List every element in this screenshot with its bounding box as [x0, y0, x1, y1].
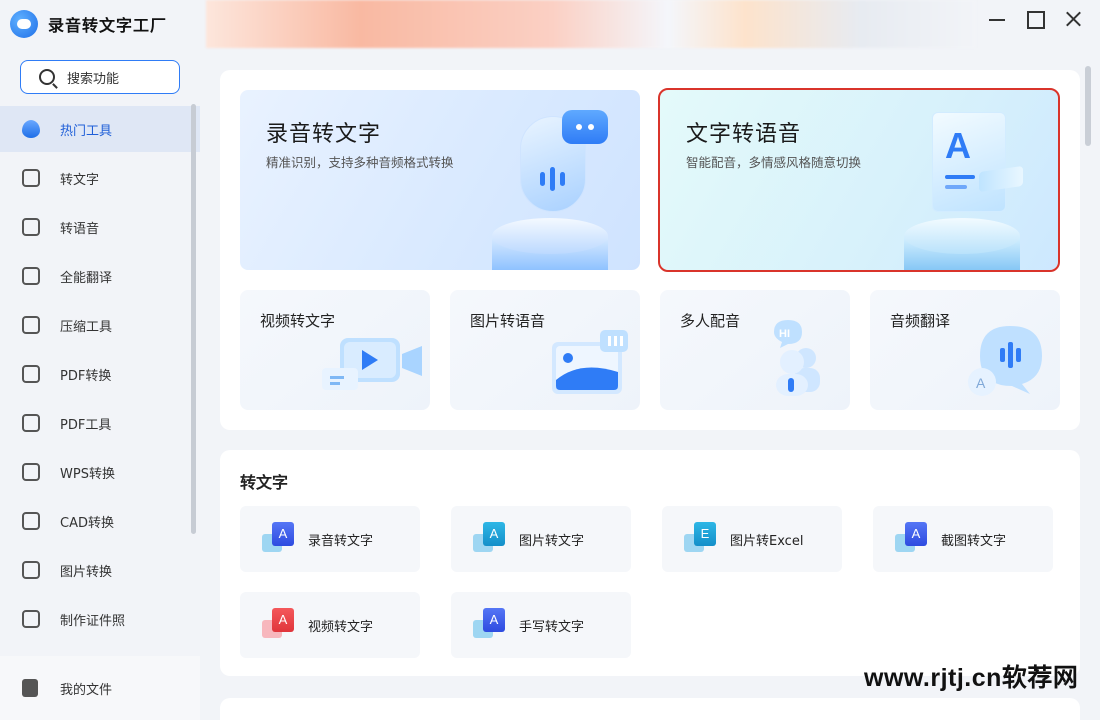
search-button[interactable]: 搜索功能 [20, 60, 180, 94]
tile-title: 音频翻译 [890, 312, 951, 330]
compress-icon [22, 316, 40, 334]
sidebar-scrollbar[interactable] [191, 104, 196, 534]
text-convert-icon [22, 169, 40, 187]
card-audio-to-text[interactable]: A 录音转文字 [240, 506, 420, 572]
sidebar-item-translate[interactable]: 全能翻译 [0, 253, 200, 299]
toolbox-icon [22, 414, 40, 432]
sidebar-item-label: 全能翻译 [60, 270, 113, 286]
card-image-to-excel[interactable]: E 图片转Excel [662, 506, 842, 572]
card-label: 录音转文字 [308, 533, 374, 549]
flame-icon [22, 120, 40, 138]
next-section-panel [220, 698, 1080, 720]
sidebar-item-label: 压缩工具 [60, 319, 113, 335]
sidebar-item-image-convert[interactable]: 图片转换 [0, 547, 200, 593]
sidebar-item-pdf-convert[interactable]: PDF转换 [0, 351, 200, 397]
cad-icon [22, 512, 40, 530]
card-label: 视频转文字 [308, 619, 374, 635]
app-logo-icon [10, 10, 38, 38]
card-label: 手写转文字 [519, 619, 585, 635]
hero-title: 文字转语音 [686, 122, 802, 147]
sidebar-item-label: 转文字 [60, 172, 100, 188]
sidebar-item-hot-tools[interactable]: 热门工具 [0, 106, 200, 152]
search-icon [39, 69, 55, 85]
ad-banner[interactable] [206, 0, 976, 48]
search-label: 搜索功能 [67, 71, 120, 87]
screenshot-text-icon: A [895, 522, 929, 556]
sidebar-item-label: 制作证件照 [60, 613, 126, 629]
maximize-icon[interactable] [1026, 10, 1045, 29]
voice-icon [22, 218, 40, 236]
sidebar-item-label: 热门工具 [60, 123, 113, 139]
video-text-icon: A [262, 608, 296, 642]
microphone-icon [512, 110, 608, 230]
translate-icon [22, 267, 40, 285]
card-video-to-text[interactable]: A 视频转文字 [240, 592, 420, 658]
tile-title: 图片转语音 [470, 312, 546, 330]
hero-audio-to-text[interactable]: 录音转文字 精准识别，支持多种音频格式转换 [240, 90, 640, 270]
image-icon [22, 561, 40, 579]
chat-bubble-icon [562, 110, 608, 144]
tile-title: 视频转文字 [260, 312, 336, 330]
tile-title: 多人配音 [680, 312, 741, 330]
window-controls [988, 10, 1082, 29]
card-label: 图片转文字 [519, 533, 585, 549]
video-play-icon [322, 338, 422, 390]
svg-text:HI: HI [779, 328, 790, 340]
close-icon[interactable] [1064, 10, 1082, 28]
file-icon [22, 679, 38, 697]
card-handwriting-to-text[interactable]: A 手写转文字 [451, 592, 631, 658]
card-label: 图片转Excel [730, 533, 804, 549]
to-text-panel: 转文字 A 录音转文字 A 图片转文字 E 图片转Excel A 截图转文字 A… [220, 450, 1080, 676]
sidebar-item-to-voice[interactable]: 转语音 [0, 204, 200, 250]
sidebar-item-label: CAD转换 [60, 515, 114, 531]
app-title: 录音转文字工厂 [48, 16, 168, 35]
sidebar-item-pdf-tools[interactable]: PDF工具 [0, 400, 200, 446]
image-text-icon: A [473, 522, 507, 556]
app-header: 录音转文字工厂 [10, 8, 167, 40]
hot-tools-panel: 录音转文字 精准识别，支持多种音频格式转换 文字转语音 智能配音，多情感风格随意… [220, 70, 1080, 430]
wps-icon [22, 463, 40, 481]
audio-text-icon: A [262, 522, 296, 556]
sidebar-item-to-text[interactable]: 转文字 [0, 155, 200, 201]
sidebar-item-label: 图片转换 [60, 564, 113, 580]
sidebar-item-label: 我的文件 [60, 682, 113, 698]
sidebar-item-label: PDF工具 [60, 417, 112, 433]
tile-multi-voice[interactable]: 多人配音 HI [660, 290, 850, 410]
card-label: 截图转文字 [941, 533, 1007, 549]
multi-voice-icon: HI [774, 320, 820, 396]
id-photo-icon [22, 610, 40, 628]
minimize-icon[interactable] [988, 10, 1006, 28]
sidebar-item-cad-convert[interactable]: CAD转换 [0, 498, 200, 544]
tile-video-to-text[interactable]: 视频转文字 [240, 290, 430, 410]
document-a-icon: A [932, 112, 1023, 212]
main-scrollbar[interactable] [1085, 66, 1091, 146]
tile-audio-translate[interactable]: 音频翻译 A [870, 290, 1060, 410]
sidebar-item-label: 转语音 [60, 221, 100, 237]
hero-subtitle: 智能配音，多情感风格随意切换 [686, 155, 862, 170]
hero-subtitle: 精准识别，支持多种音频格式转换 [266, 155, 454, 170]
handwriting-text-icon: A [473, 608, 507, 642]
sidebar-nav: 热门工具 转文字 转语音 全能翻译 压缩工具 PDF转换 PDF工具 WPS转换… [0, 106, 200, 645]
card-image-to-text[interactable]: A 图片转文字 [451, 506, 631, 572]
hero-text-to-speech[interactable]: 文字转语音 智能配音，多情感风格随意切换 A [658, 88, 1060, 272]
watermark: www.rjtj.cn软荐网 [864, 664, 1079, 692]
audio-translate-icon: A [968, 326, 1042, 396]
hero-title: 录音转文字 [266, 122, 382, 147]
image-excel-icon: E [684, 522, 718, 556]
sidebar: 录音转文字工厂 搜索功能 热门工具 转文字 转语音 全能翻译 压缩工具 PDF转… [0, 0, 200, 720]
sidebar-item-label: PDF转换 [60, 368, 112, 384]
sidebar-item-wps-convert[interactable]: WPS转换 [0, 449, 200, 495]
section-title: 转文字 [240, 473, 289, 492]
sidebar-item-compress[interactable]: 压缩工具 [0, 302, 200, 348]
image-audio-icon [552, 330, 628, 394]
tile-image-to-speech[interactable]: 图片转语音 [450, 290, 640, 410]
card-screenshot-to-text[interactable]: A 截图转文字 [873, 506, 1053, 572]
sidebar-item-id-photo[interactable]: 制作证件照 [0, 596, 200, 642]
svg-text:A: A [976, 375, 986, 391]
pdf-convert-icon [22, 365, 40, 383]
sidebar-item-my-files[interactable]: 我的文件 [0, 656, 200, 720]
sidebar-item-label: WPS转换 [60, 466, 115, 482]
pedestal-top-icon [904, 218, 1020, 254]
